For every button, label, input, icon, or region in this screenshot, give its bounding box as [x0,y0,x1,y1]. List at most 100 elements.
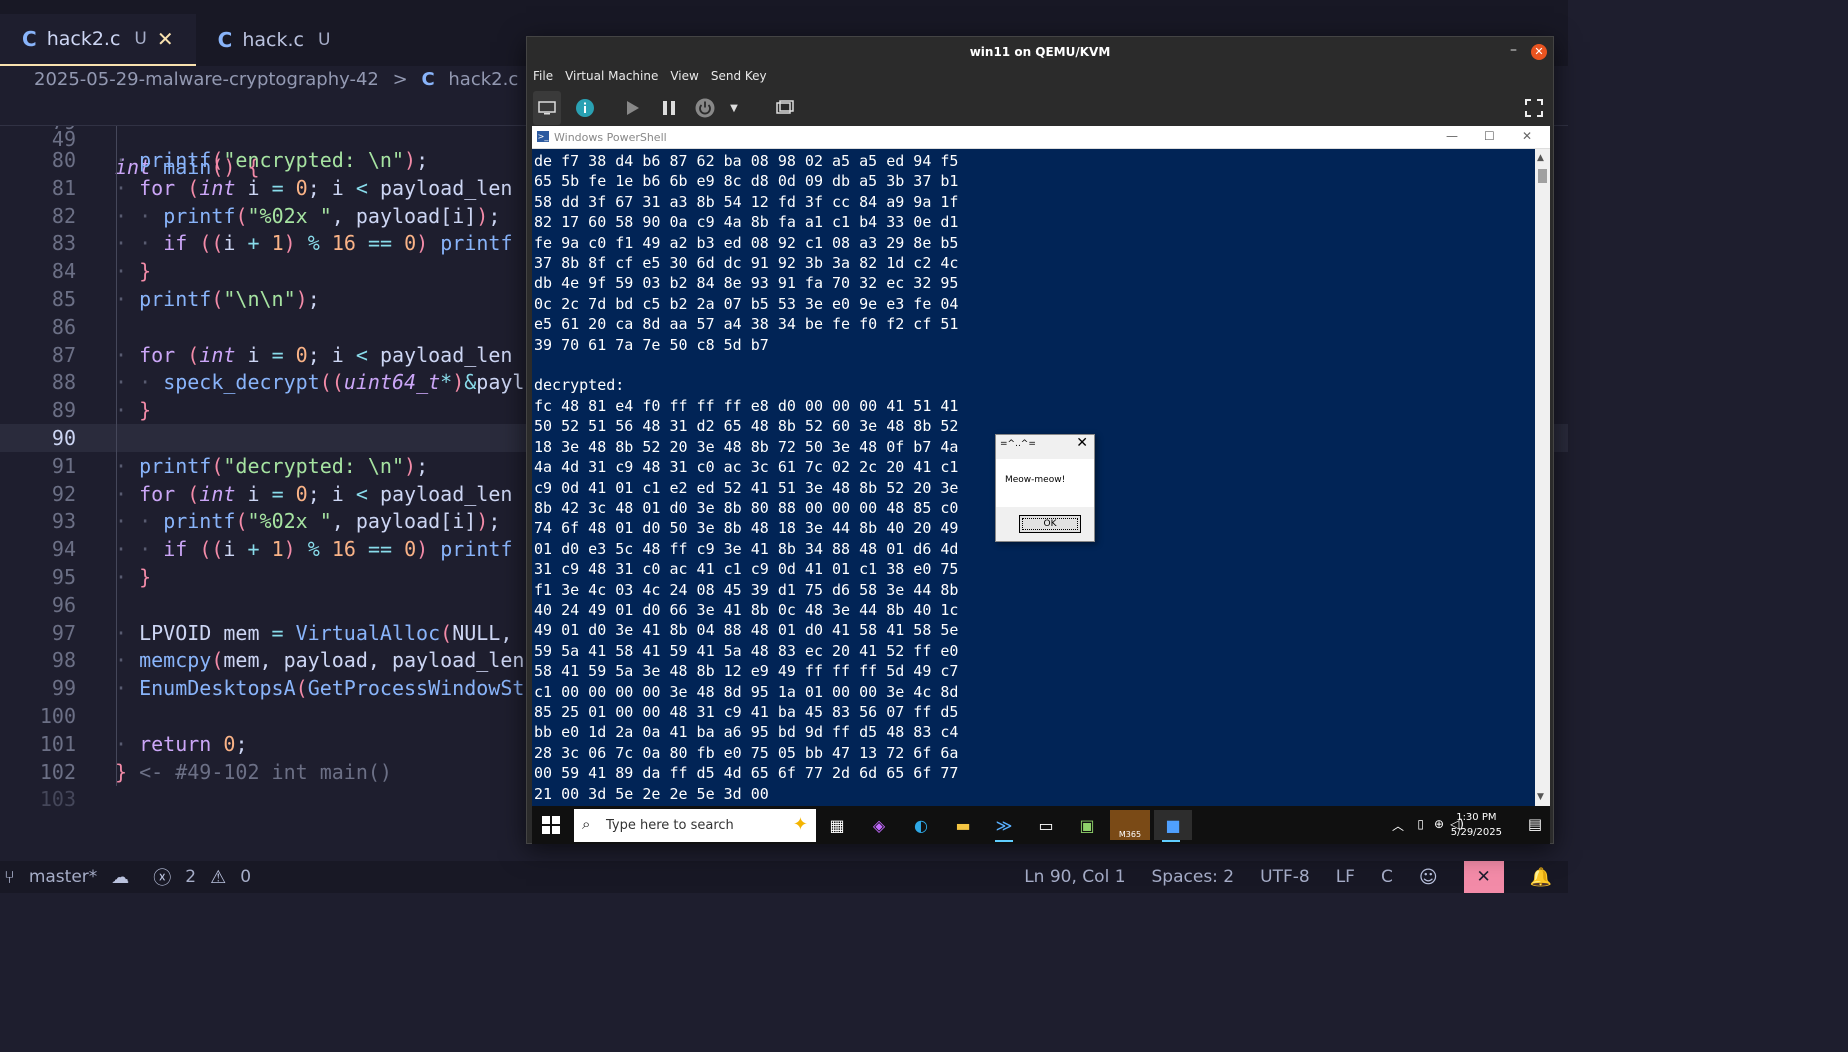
status-bar: ⑂ master* ☁ ⓧ 2 ⚠ 0 Ln 90, Col 1 Spaces:… [0,861,1568,893]
powershell-titlebar: >_ Windows PowerShell — ☐ ✕ [532,126,1550,149]
minimize-icon[interactable]: — [1446,129,1458,143]
code-text: · memcpy(mem, payload, payload_len [115,648,525,673]
line-number: 85 [51,287,76,311]
line-number: 81 [51,175,76,200]
sparkle-icon: ✦ [792,814,808,835]
bell-icon[interactable]: 🔔 [1530,867,1552,888]
no-bell-icon[interactable]: ✕ [1463,861,1504,893]
code-text: } <- #49-102 int main() [115,759,392,784]
toolbar: ▼ [527,91,1553,125]
copilot-icon[interactable]: ◈ [862,810,896,840]
line-number: 94 [51,537,76,562]
device-icon[interactable]: ▯ [1417,817,1424,831]
breadcrumb-folder[interactable]: 2025-05-29-malware-cryptography-42 [34,69,379,90]
line-number: 93 [51,509,76,534]
message-box: =^..^= ✕ Meow-meow! OK [995,434,1095,542]
code-text: · LPVOID mem = VirtualAlloc(NULL, [115,620,513,645]
close-icon[interactable]: ✕ [157,27,174,51]
windows-taskbar: ⌕ Type here to search ✦ ▦ ◈ ◐ ▬ ≫ ▭ ▣ M3… [532,806,1550,844]
code-text: · printf("\n\n"); [115,287,320,311]
info-icon[interactable] [571,91,599,125]
line-number: 90 [51,426,76,450]
language-mode[interactable]: C [1381,867,1393,887]
line-number: 80 [51,148,76,172]
terminal-icon[interactable]: ▭ [1029,810,1063,840]
line-number: 95 [51,565,76,589]
c-file-icon: C [421,69,435,90]
code-text: · · speck_decrypt((uint64_t*)&payl [115,370,525,395]
cursor-position[interactable]: Ln 90, Col 1 [1024,867,1125,887]
git-branch-icon: ⑂ [4,866,15,888]
file-explorer-icon[interactable]: ▬ [946,810,980,840]
search-placeholder: Type here to search [606,818,734,833]
eol[interactable]: LF [1336,867,1355,887]
vertical-scrollbar[interactable]: ▲ ▼ [1535,149,1550,806]
tab-hack-c[interactable]: C hack.c U [196,14,353,66]
powershell-taskbar-icon[interactable]: ≫ [987,810,1021,842]
play-icon[interactable] [619,91,647,125]
scroll-up-icon[interactable]: ▲ [1537,153,1544,163]
encoding[interactable]: UTF-8 [1260,867,1310,887]
tab-label: hack.c [242,29,304,51]
tab-hack2-c[interactable]: C hack2.c U ✕ [0,14,196,66]
notification-icon[interactable]: ▤ [1528,815,1542,833]
line-number: 100 [39,704,76,728]
menu-file[interactable]: File [533,69,553,87]
minimize-icon[interactable]: – [1510,42,1517,58]
menu-bar: File Virtual Machine View Send Key [533,69,767,87]
line-number: 96 [51,592,76,617]
pause-icon[interactable] [655,91,683,125]
copilot-icon[interactable]: ☺ [1419,867,1438,888]
edge-icon[interactable]: ◐ [904,810,938,840]
task-view-icon[interactable]: ▦ [820,810,854,840]
code-text: · for (int i = 0; i < payload_len [115,175,513,200]
scroll-down-icon[interactable]: ▼ [1537,792,1544,802]
remote-desktop-icon[interactable]: ▣ [1070,810,1104,840]
search-icon: ⌕ [582,815,591,833]
line-number: 102 [39,759,76,784]
line-number: 84 [51,259,76,284]
menu-view[interactable]: View [670,69,698,87]
close-icon[interactable]: ✕ [1522,129,1532,143]
windows-start-icon[interactable] [542,816,560,834]
close-icon[interactable]: ✕ [1531,44,1547,60]
screenshot-icon[interactable] [771,91,799,125]
power-icon[interactable] [691,91,719,125]
code-text: · for (int i = 0; i < payload_len [115,481,513,506]
branch-name[interactable]: master* [29,867,97,887]
warning-icon: ⚠ [210,866,227,888]
error-count[interactable]: 2 [185,867,196,887]
fullscreen-icon[interactable] [1521,91,1547,125]
chevron-down-icon[interactable]: ▼ [725,91,743,125]
line-number: 82 [51,203,76,228]
line-number: 79 [20,126,76,136]
line-number: 88 [51,370,76,395]
scrollbar-thumb[interactable] [1538,169,1547,183]
breadcrumb-file[interactable]: hack2.c [448,69,518,90]
warning-count[interactable]: 0 [240,867,251,887]
line-number: 98 [51,648,76,673]
menu-virtual-machine[interactable]: Virtual Machine [565,69,658,87]
line-number: 89 [51,398,76,423]
network-globe-icon[interactable]: ⊕ [1434,817,1444,831]
maximize-icon[interactable]: ☐ [1484,129,1495,143]
monitor-icon[interactable] [533,91,561,125]
line-number: 86 [51,314,76,339]
message-box-taskbar-icon[interactable]: ■ [1154,810,1192,842]
chevron-up-icon[interactable]: ︿ [1392,817,1404,834]
taskbar-search-box[interactable]: ⌕ Type here to search ✦ [574,809,816,842]
date: 5/29/2025 [1450,827,1502,838]
menu-send-key[interactable]: Send Key [711,69,767,87]
line-number: 103 [39,787,76,812]
code-text: · } [115,259,152,284]
close-icon[interactable]: ✕ [1076,435,1088,451]
m365-icon[interactable]: M365 [1110,810,1150,840]
indentation[interactable]: Spaces: 2 [1152,867,1235,887]
guest-display[interactable]: >_ Windows PowerShell — ☐ ✕ de f7 38 d4 … [532,126,1550,844]
indent-guide [116,126,117,786]
sync-cloud-icon[interactable]: ☁ [111,867,129,888]
ok-button[interactable]: OK [1019,515,1081,533]
message-text: Meow-meow! [1005,475,1066,485]
clock[interactable]: 1:30 PM 5/29/2025 [1451,810,1502,840]
code-text: · } [115,398,152,423]
